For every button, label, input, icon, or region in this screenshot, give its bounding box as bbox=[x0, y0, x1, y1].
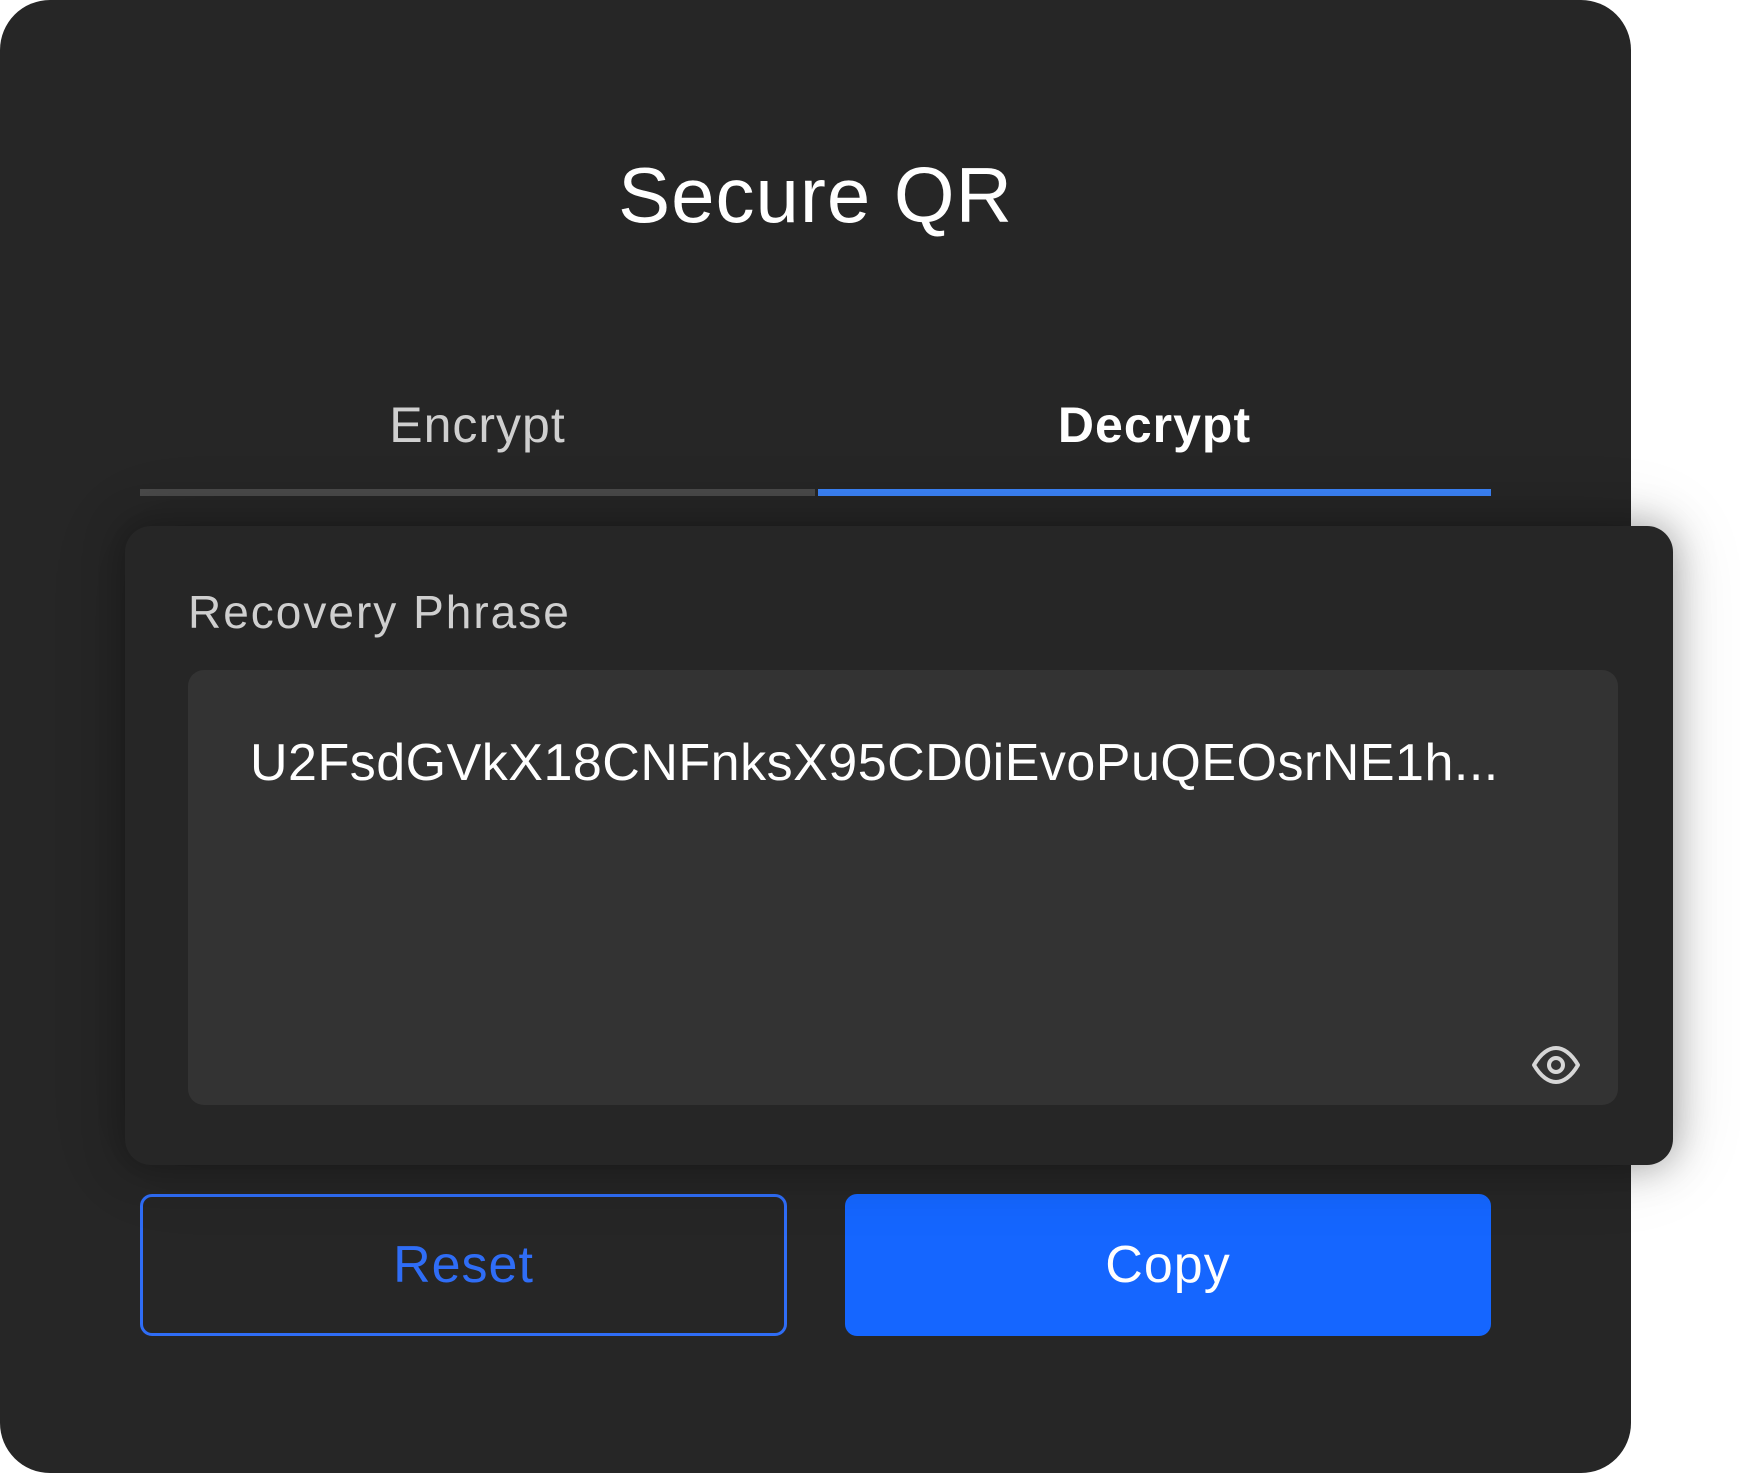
tab-encrypt-label: Encrypt bbox=[389, 397, 566, 453]
reset-button[interactable]: Reset bbox=[140, 1194, 787, 1336]
recovery-phrase-card: Recovery Phrase U2FsdGVkX18CNFnksX95CD0i… bbox=[125, 526, 1673, 1165]
eye-icon[interactable] bbox=[1531, 1040, 1581, 1090]
mode-tabs: Encrypt Decrypt bbox=[140, 380, 1491, 496]
app-title: Secure QR bbox=[618, 151, 1013, 239]
recovery-phrase-field[interactable]: U2FsdGVkX18CNFnksX95CD0iEvoPuQEOsrNE1h..… bbox=[188, 670, 1618, 1105]
copy-button[interactable]: Copy bbox=[845, 1194, 1491, 1336]
tab-decrypt-label: Decrypt bbox=[1057, 397, 1252, 453]
tab-encrypt-underline bbox=[140, 489, 815, 496]
tab-decrypt-active-indicator bbox=[818, 489, 1491, 496]
recovery-phrase-value: U2FsdGVkX18CNFnksX95CD0iEvoPuQEOsrNE1h..… bbox=[250, 734, 1499, 792]
tab-encrypt[interactable]: Encrypt bbox=[140, 380, 815, 496]
tab-decrypt[interactable]: Decrypt bbox=[818, 380, 1491, 496]
recovery-phrase-label: Recovery Phrase bbox=[188, 586, 571, 638]
